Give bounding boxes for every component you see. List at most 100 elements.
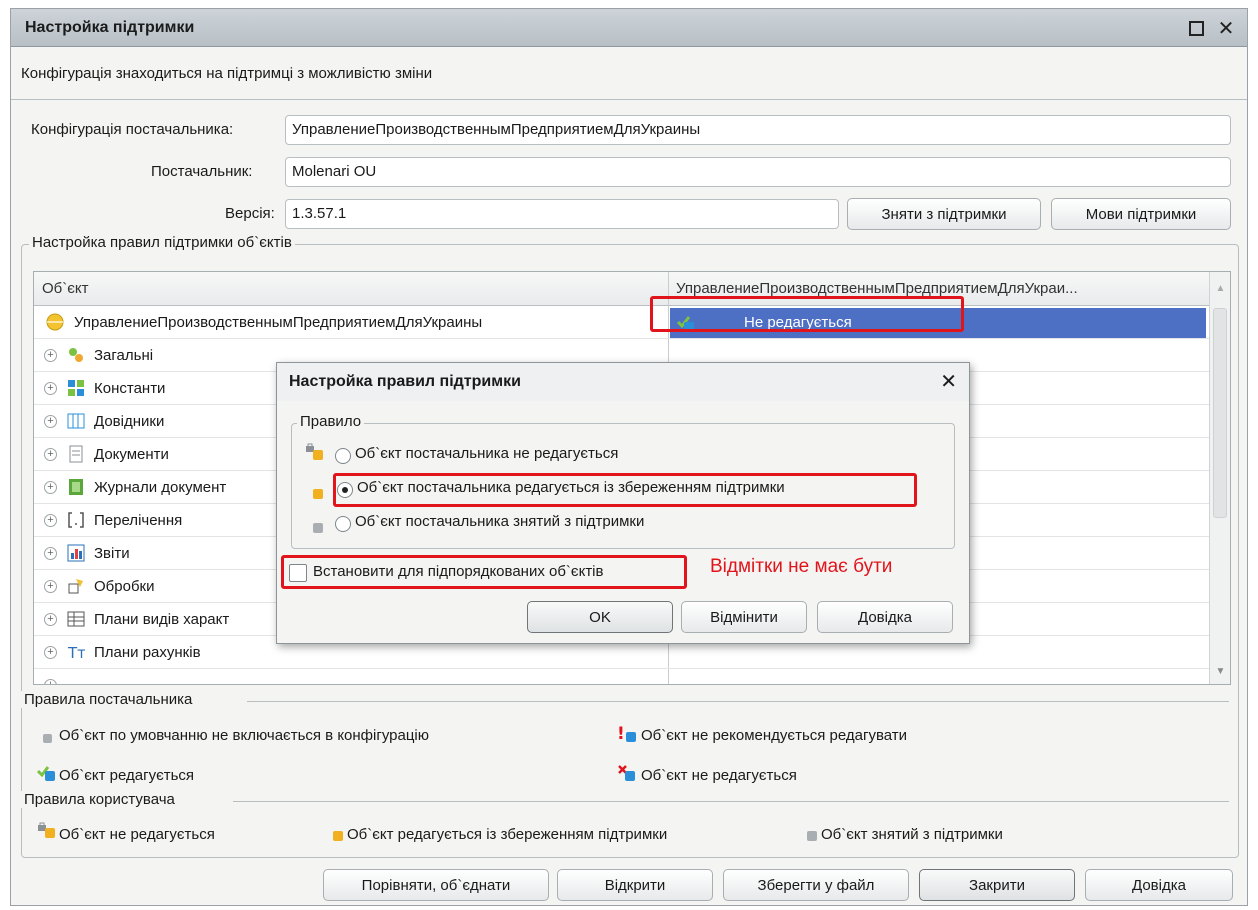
tree-row-partial[interactable]: + [34, 669, 1209, 684]
remove-support-button[interactable]: Зняти з підтримки [847, 198, 1041, 230]
tree-row-label: Константи [94, 380, 166, 397]
catalogs-icon [67, 412, 85, 430]
removed-from-support-icon [311, 521, 327, 537]
tree-row-label: Плани рахунків [94, 644, 201, 661]
title-bar: Настройка підтримки ✕ [11, 9, 1247, 47]
legend-vendor-not-editable: Об`єкт не редагується [641, 767, 797, 784]
tree-row-label: Довідники [94, 413, 165, 430]
vendor-label: Постачальник: [151, 163, 253, 180]
column-config-header[interactable]: УправлениеПроизводственнымПредприятиемДл… [676, 280, 1078, 297]
enums-icon [67, 511, 85, 529]
tree-row-label: Обробки [94, 578, 155, 595]
ok-button[interactable]: OK [527, 601, 673, 633]
expand-icon[interactable]: + [44, 448, 57, 461]
support-languages-button[interactable]: Мови підтримки [1051, 198, 1231, 230]
data-processors-icon [67, 577, 85, 595]
legend-user-removed: Об`єкт знятий з підтримки [821, 826, 1003, 843]
tree-row-label: УправлениеПроизводственнымПредприятиемДл… [74, 314, 483, 331]
expand-icon[interactable]: + [44, 382, 57, 395]
svg-text:!: ! [617, 724, 625, 744]
expand-icon[interactable]: + [44, 580, 57, 593]
removed-from-support-icon [805, 827, 821, 843]
user-rules-title: Правила користувача [21, 791, 178, 808]
documents-icon [67, 445, 85, 463]
divider [11, 99, 1247, 100]
scroll-down-icon[interactable]: ▼ [1210, 660, 1230, 684]
reports-icon [67, 544, 85, 562]
svg-text:Тт: Тт [67, 644, 85, 661]
close-icon[interactable]: ✕ [940, 369, 957, 394]
scroll-up-icon[interactable]: ▲ [1210, 272, 1230, 306]
compare-merge-button[interactable]: Порівняти, об`єднати [323, 869, 549, 901]
expand-icon[interactable]: + [44, 415, 57, 428]
common-objects-icon [67, 346, 85, 364]
help-button[interactable]: Довідка [1085, 869, 1233, 901]
close-button[interactable]: Закрити [919, 869, 1075, 901]
user-rules-divider [233, 801, 1229, 802]
expand-icon[interactable]: + [44, 349, 57, 362]
rule-option-not-editable[interactable]: Об`єкт постачальника не редагується [355, 445, 618, 462]
vendor-rules-title: Правила постачальника [21, 691, 196, 708]
legend-user-not-editable: Об`єкт не редагується [59, 826, 215, 843]
highlight-root-cell [650, 296, 964, 332]
highlight-selected-rule [333, 473, 917, 507]
close-icon[interactable]: ✕ [1215, 17, 1237, 40]
legend-vendor-editable: Об`єкт редагується [59, 767, 195, 784]
supported-editable-object-icon [331, 827, 347, 843]
maximize-icon[interactable] [1185, 17, 1207, 39]
tree-row-label: Документи [94, 446, 169, 463]
expand-icon[interactable]: + [44, 646, 57, 659]
vendor-field[interactable]: Molenari OU [285, 157, 1231, 187]
version-label: Версія: [225, 205, 275, 222]
not-editable-object-icon [617, 764, 639, 781]
tree-row-label: Перелічення [94, 512, 183, 529]
expand-icon[interactable]: + [44, 514, 57, 527]
tree-scrollbar[interactable]: ▲ ▼ [1209, 272, 1230, 684]
locked-object-icon [305, 443, 327, 460]
support-status-text: Конфігурація знаходиться на підтримці з … [21, 65, 433, 82]
save-to-file-button[interactable]: Зберегти у файл [723, 869, 909, 901]
version-field[interactable]: 1.3.57.1 [285, 199, 839, 229]
annotation-note: Відмітки не має бути [710, 556, 893, 577]
window-title: Настройка підтримки [25, 19, 195, 36]
rule-option-removed[interactable]: Об`єкт постачальника знятий з підтримки [355, 513, 644, 530]
tree-header: Об`єкт УправлениеПроизводственнымПредпри… [34, 272, 1209, 306]
tree-row-label: Журнали документ [94, 479, 227, 496]
configuration-root-icon [46, 313, 64, 331]
expand-icon[interactable]: + [44, 547, 57, 560]
legend-user-editable-with-support: Об`єкт редагується із збереженням підтри… [347, 826, 668, 843]
rule-radio-not-editable[interactable] [335, 448, 351, 464]
dialog-title: Настройка правил підтримки [289, 373, 521, 390]
rule-group-title: Правило [297, 413, 365, 430]
rules-group-title: Настройка правил підтримки об`єктів [29, 234, 295, 251]
tree-row-label: Плани видів характ [94, 611, 230, 628]
column-object-header[interactable]: Об`єкт [42, 280, 89, 297]
expand-icon[interactable]: + [44, 613, 57, 626]
open-button[interactable]: Відкрити [557, 869, 713, 901]
editable-object-icon [36, 764, 59, 781]
expand-icon[interactable]: + [44, 679, 57, 684]
vendor-config-field[interactable]: УправлениеПроизводственнымПредприятиемДл… [285, 115, 1231, 145]
locked-object-icon [37, 821, 59, 838]
vendor-rules-divider [247, 701, 1229, 702]
dialog-help-button[interactable]: Довідка [817, 601, 953, 633]
expand-icon[interactable]: + [44, 481, 57, 494]
support-rules-dialog: Настройка правил підтримки ✕ Правило Об`… [276, 362, 970, 644]
document-journals-icon [67, 478, 85, 496]
rule-radio-removed[interactable] [335, 516, 351, 532]
constants-icon [67, 379, 85, 397]
tree-row-label: Загальні [94, 347, 154, 364]
chart-of-accounts-icon: Тт [67, 643, 86, 662]
highlight-checkbox [281, 555, 687, 589]
legend-vendor-not-recommended: Об`єкт не рекомендується редагувати [641, 727, 908, 744]
excluded-object-icon [39, 729, 55, 745]
dialog-title-bar: Настройка правил підтримки ✕ [277, 363, 969, 401]
legend-vendor-excluded: Об`єкт по умовчанню не включається в кон… [59, 727, 430, 744]
characteristic-types-icon [67, 610, 85, 628]
cancel-button[interactable]: Відмінити [681, 601, 807, 633]
warning-object-icon: ! [617, 724, 639, 744]
scroll-thumb[interactable] [1213, 308, 1227, 518]
vendor-config-label: Конфігурація постачальника: [31, 121, 234, 138]
tree-row-label: Звіти [94, 545, 130, 562]
supported-editable-object-icon [311, 487, 327, 503]
